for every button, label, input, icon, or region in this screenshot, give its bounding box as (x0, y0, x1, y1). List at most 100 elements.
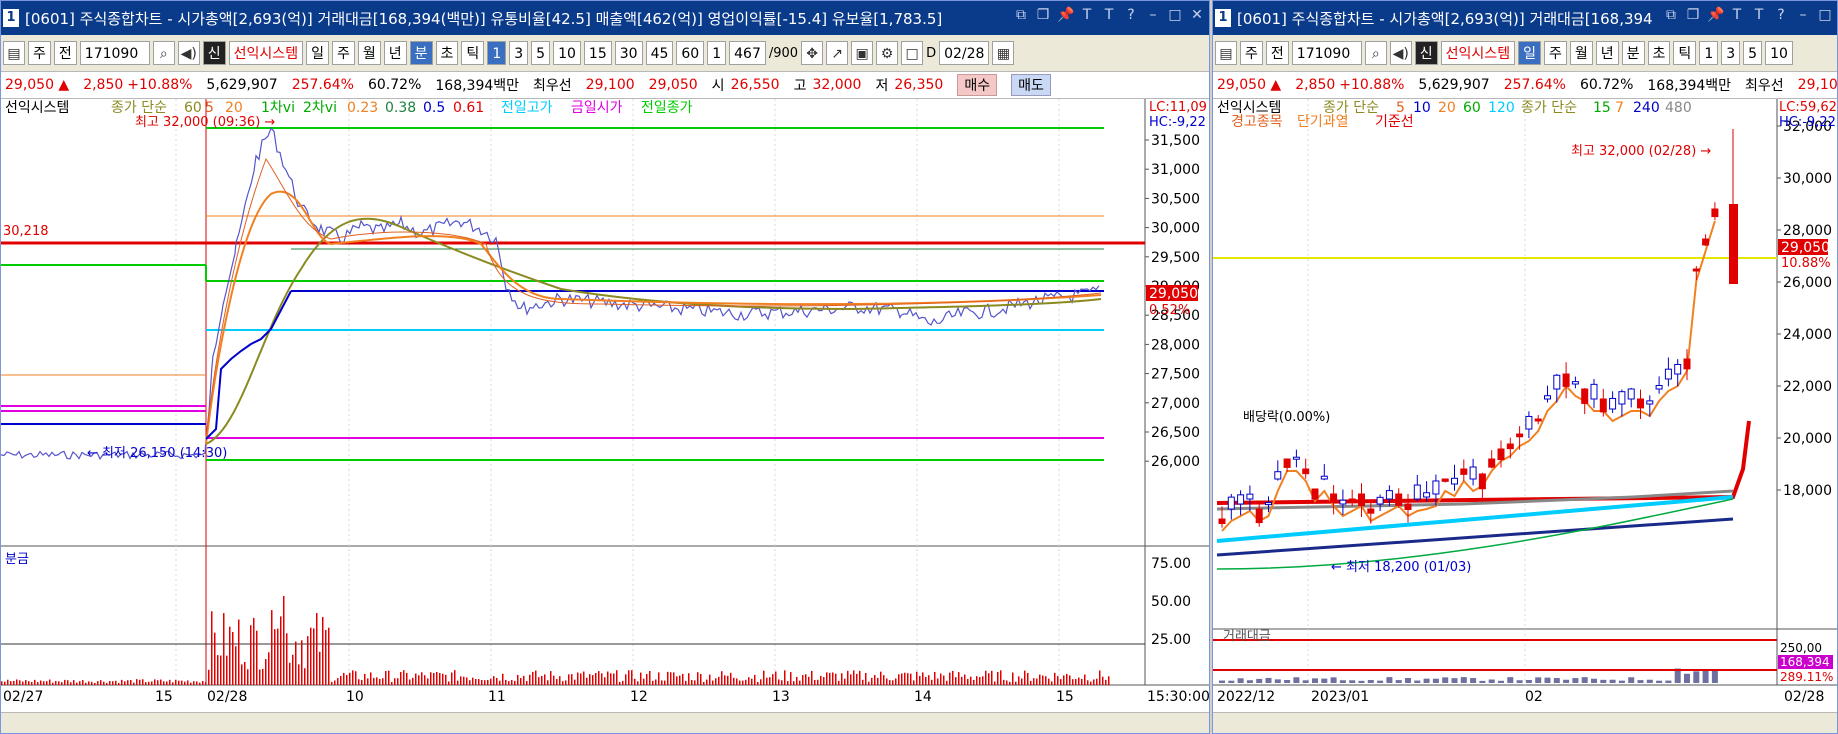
y-tick-label: 27,500 (1151, 367, 1200, 383)
interval-1[interactable]: 1 (487, 41, 507, 65)
pin-icon[interactable]: 📌 (1707, 7, 1724, 23)
candle-body (1339, 499, 1347, 505)
candle-body (1711, 208, 1719, 218)
help-icon[interactable]: ? (1123, 7, 1139, 23)
sell-button[interactable]: 매도 (1011, 74, 1051, 96)
text-icon[interactable]: T (1729, 7, 1745, 23)
volume-bar (1405, 678, 1411, 683)
interval-select[interactable]: 1 (707, 41, 727, 65)
volume-bar (1033, 678, 1035, 685)
volume-bar (397, 678, 399, 685)
menu-icon[interactable]: ▤ (1215, 41, 1237, 65)
link-icon[interactable]: ⧉ (1663, 7, 1679, 23)
change: 2,850 (83, 77, 124, 93)
period-tick[interactable]: 틱 (1673, 41, 1697, 65)
interval-5[interactable]: 5 (1743, 41, 1763, 65)
volume-bar (568, 674, 570, 685)
text-icon[interactable]: T (1079, 7, 1095, 23)
menu-icon[interactable]: ▤ (3, 41, 25, 65)
period-week[interactable]: 주 (331, 41, 355, 65)
period-second[interactable]: 초 (1647, 41, 1671, 65)
pin-icon[interactable]: 📌 (1057, 7, 1074, 23)
period-day[interactable]: 일 (1518, 41, 1541, 65)
type-select[interactable]: 주 (1240, 41, 1263, 65)
count-input[interactable]: 467 (729, 41, 766, 65)
volume-bar (433, 672, 435, 685)
help-icon[interactable]: ? (1773, 7, 1789, 23)
svg-text:기준선: 기준선 (1375, 114, 1414, 130)
interval-10[interactable]: 10 (553, 41, 581, 65)
speaker-icon[interactable]: ◀) (177, 41, 200, 65)
interval-15[interactable]: 15 (583, 41, 612, 65)
interval-45[interactable]: 45 (645, 41, 674, 65)
y-tick-label: 28,000 (1783, 223, 1832, 239)
code-input[interactable]: 171090 (1291, 41, 1362, 65)
period-year[interactable]: 년 (383, 41, 407, 65)
volume-bar (1009, 681, 1011, 685)
candle-body (1534, 418, 1542, 422)
volume-bar (94, 682, 96, 685)
checkbox[interactable]: □ (901, 41, 924, 65)
maximize-icon[interactable]: □ (1817, 7, 1833, 23)
period-tick[interactable]: 틱 (461, 41, 485, 65)
interval-3[interactable]: 3 (1721, 41, 1741, 65)
date-input[interactable]: 02/28 (939, 41, 990, 65)
speaker-icon[interactable]: ◀) (1389, 41, 1412, 65)
volume-bar (592, 675, 594, 685)
minimize-icon[interactable]: – (1145, 7, 1161, 23)
volume-bar (457, 680, 459, 685)
volume-bar (874, 675, 876, 685)
volume-bar (1684, 673, 1690, 683)
volume-bar (1637, 680, 1644, 683)
right-scrollbar[interactable] (1213, 712, 1837, 733)
search-icon[interactable]: ⌕ (152, 41, 175, 65)
volume-bar (313, 628, 315, 685)
period-day[interactable]: 일 (306, 41, 329, 65)
code-input[interactable]: 171090 (79, 41, 150, 65)
period-second[interactable]: 초 (435, 41, 459, 65)
gear-icon[interactable]: ⚙ (876, 41, 899, 65)
volume-bar (868, 681, 870, 685)
volume-bar (391, 681, 393, 685)
open-price: 26,550 (730, 77, 780, 93)
tools-icon[interactable]: ✥ (801, 41, 824, 65)
copy-icon[interactable]: ❐ (1685, 7, 1701, 23)
interval-60[interactable]: 60 (676, 41, 705, 65)
font-icon[interactable]: T (1101, 7, 1117, 23)
copy-icon[interactable]: ❐ (1035, 7, 1051, 23)
line-icon[interactable]: ↗ (826, 41, 849, 65)
all-button[interactable]: 전 (53, 41, 77, 65)
link-icon[interactable]: ⧉ (1013, 7, 1029, 23)
interval-30[interactable]: 30 (614, 41, 643, 65)
volume-bar (949, 672, 951, 685)
svg-text:240: 240 (1633, 100, 1660, 116)
type-select[interactable]: 주 (28, 41, 51, 65)
maximize-icon[interactable]: □ (1167, 7, 1183, 23)
font-icon[interactable]: T (1751, 7, 1767, 23)
calendar-icon[interactable]: ▦ (992, 41, 1015, 65)
volume-bar (661, 680, 663, 685)
all-button[interactable]: 전 (1265, 41, 1289, 65)
period-month[interactable]: 월 (1569, 41, 1593, 65)
interval-10[interactable]: 10 (1765, 41, 1793, 65)
search-icon[interactable]: ⌕ (1364, 41, 1387, 65)
period-minute[interactable]: 분 (409, 41, 433, 65)
interval-5[interactable]: 5 (531, 41, 551, 65)
buy-button[interactable]: 매수 (957, 74, 998, 96)
volume-bar (1321, 678, 1328, 683)
minimize-icon[interactable]: – (1795, 7, 1811, 23)
left-scrollbar[interactable] (1, 712, 1209, 733)
period-year[interactable]: 년 (1595, 41, 1619, 65)
save-icon[interactable]: ▣ (851, 41, 874, 65)
period-minute[interactable]: 분 (1621, 41, 1645, 65)
volume-bar (385, 670, 387, 685)
volume-bar (151, 681, 153, 685)
interval-3[interactable]: 3 (509, 41, 529, 65)
volume-bar (1256, 678, 1263, 683)
volume-bar (1284, 680, 1291, 683)
close-icon[interactable]: ✕ (1189, 7, 1205, 23)
period-week[interactable]: 주 (1543, 41, 1567, 65)
interval-1[interactable]: 1 (1699, 41, 1719, 65)
volume-bar (772, 674, 774, 685)
period-month[interactable]: 월 (357, 41, 381, 65)
